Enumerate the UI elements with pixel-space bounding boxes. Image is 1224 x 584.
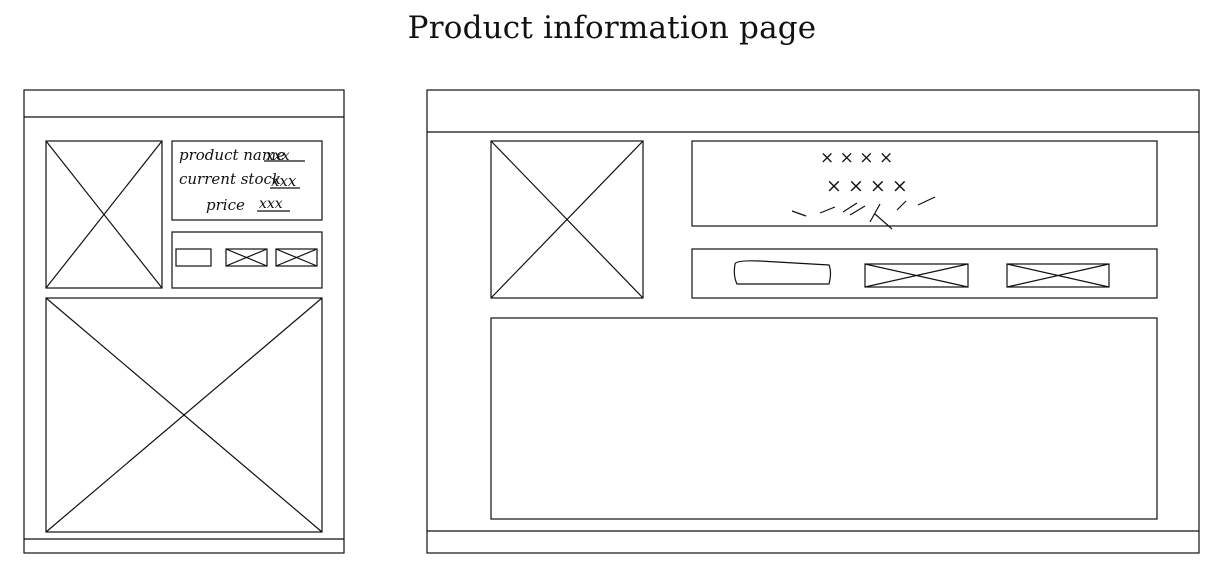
mobile-quantity-input[interactable]	[175, 248, 212, 267]
desktop-action-box	[691, 248, 1158, 299]
desktop-description-area	[490, 317, 1158, 520]
desktop-quantity-input[interactable]	[733, 260, 832, 285]
desktop-info-line-1: × × × ×	[820, 148, 893, 168]
desktop-info-scribble	[791, 196, 936, 230]
desktop-action-button-2[interactable]	[1006, 263, 1110, 288]
mobile-product-info-text: product name xxx current stock xxx price…	[179, 146, 297, 214]
mobile-action-button-1[interactable]	[225, 248, 268, 267]
desktop-action-button-1[interactable]	[864, 263, 969, 288]
desktop-product-info-box	[691, 140, 1158, 227]
desktop-info-line-2: × × × ×	[826, 175, 908, 197]
current-stock-label: current stock	[179, 170, 281, 188]
current-stock-value: xxx	[271, 172, 297, 190]
wireframe-canvas: product name xxx current stock xxx price…	[23, 89, 1200, 554]
price-value: xxx	[259, 196, 283, 212]
mobile-product-image-placeholder	[45, 140, 163, 289]
desktop-product-image-placeholder	[490, 140, 644, 299]
mobile-action-box	[171, 231, 323, 289]
desktop-wireframe	[426, 89, 1200, 554]
product-name-value: xxx	[266, 148, 290, 164]
mobile-action-button-2[interactable]	[275, 248, 318, 267]
desktop-product-info-text: × × × × × × × ×	[820, 148, 908, 197]
price-label: price	[206, 196, 245, 214]
desktop-frame	[426, 89, 1200, 554]
mobile-description-image-placeholder	[45, 297, 323, 533]
